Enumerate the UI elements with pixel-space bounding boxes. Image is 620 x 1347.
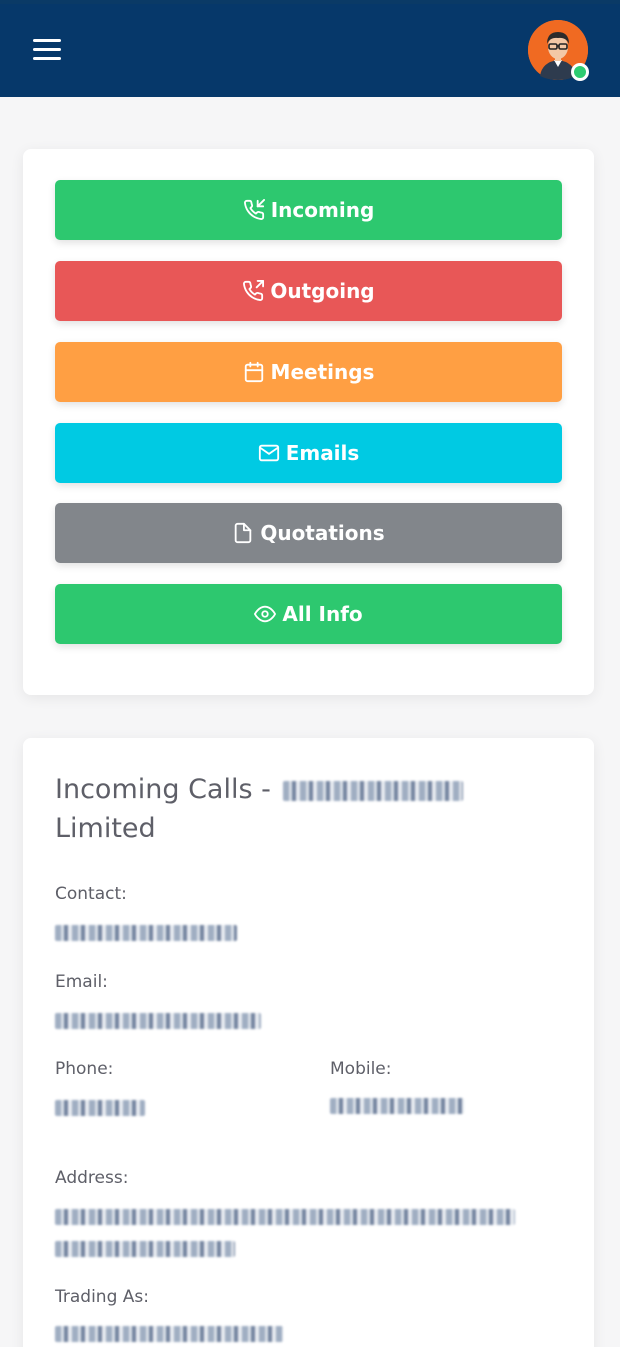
mail-icon: [258, 442, 280, 464]
quotations-label: Quotations: [260, 521, 385, 545]
emails-button[interactable]: Emails: [55, 423, 562, 483]
mobile-value: [330, 1095, 464, 1114]
email-label: Email:: [55, 972, 108, 992]
contact-value: [55, 922, 237, 941]
mobile-label: Mobile:: [330, 1059, 392, 1079]
outgoing-button[interactable]: Outgoing: [55, 261, 562, 321]
online-status-indicator: [571, 63, 589, 81]
meetings-label: Meetings: [270, 360, 375, 384]
meetings-button[interactable]: Meetings: [55, 342, 562, 402]
emails-label: Emails: [285, 441, 360, 465]
all-info-button[interactable]: All Info: [55, 584, 562, 644]
redacted-company-name: [283, 780, 464, 801]
address-value-line1: [55, 1206, 515, 1225]
incoming-button[interactable]: Incoming: [55, 180, 562, 240]
calendar-icon: [243, 361, 265, 383]
top-navbar: [0, 0, 620, 97]
quotations-button[interactable]: Quotations: [55, 503, 562, 563]
all-info-label: All Info: [282, 602, 363, 626]
eye-icon: [254, 603, 277, 625]
address-value-line2: [55, 1238, 235, 1257]
trading-as-value: [55, 1323, 283, 1342]
incoming-calls-card: Incoming Calls - Limited Contact: Email:…: [23, 738, 594, 1347]
file-icon: [232, 522, 254, 544]
title-suffix: Limited: [55, 813, 156, 844]
phone-value: [55, 1097, 145, 1116]
email-value: [55, 1010, 261, 1029]
hamburger-menu-icon[interactable]: [33, 38, 61, 60]
phone-outgoing-icon: [242, 280, 265, 302]
outgoing-label: Outgoing: [270, 279, 375, 303]
phone-incoming-icon: [243, 199, 265, 221]
trading-as-label: Trading As:: [55, 1287, 149, 1307]
actions-card: Incoming Outgoing Meetings Emails Quotat…: [23, 149, 594, 695]
phone-label: Phone:: [55, 1059, 114, 1079]
address-label: Address:: [55, 1168, 129, 1188]
incoming-label: Incoming: [270, 198, 375, 222]
contact-label: Contact:: [55, 884, 127, 904]
title-prefix: Incoming Calls -: [55, 774, 271, 805]
card-title: Incoming Calls - Limited: [55, 770, 535, 848]
